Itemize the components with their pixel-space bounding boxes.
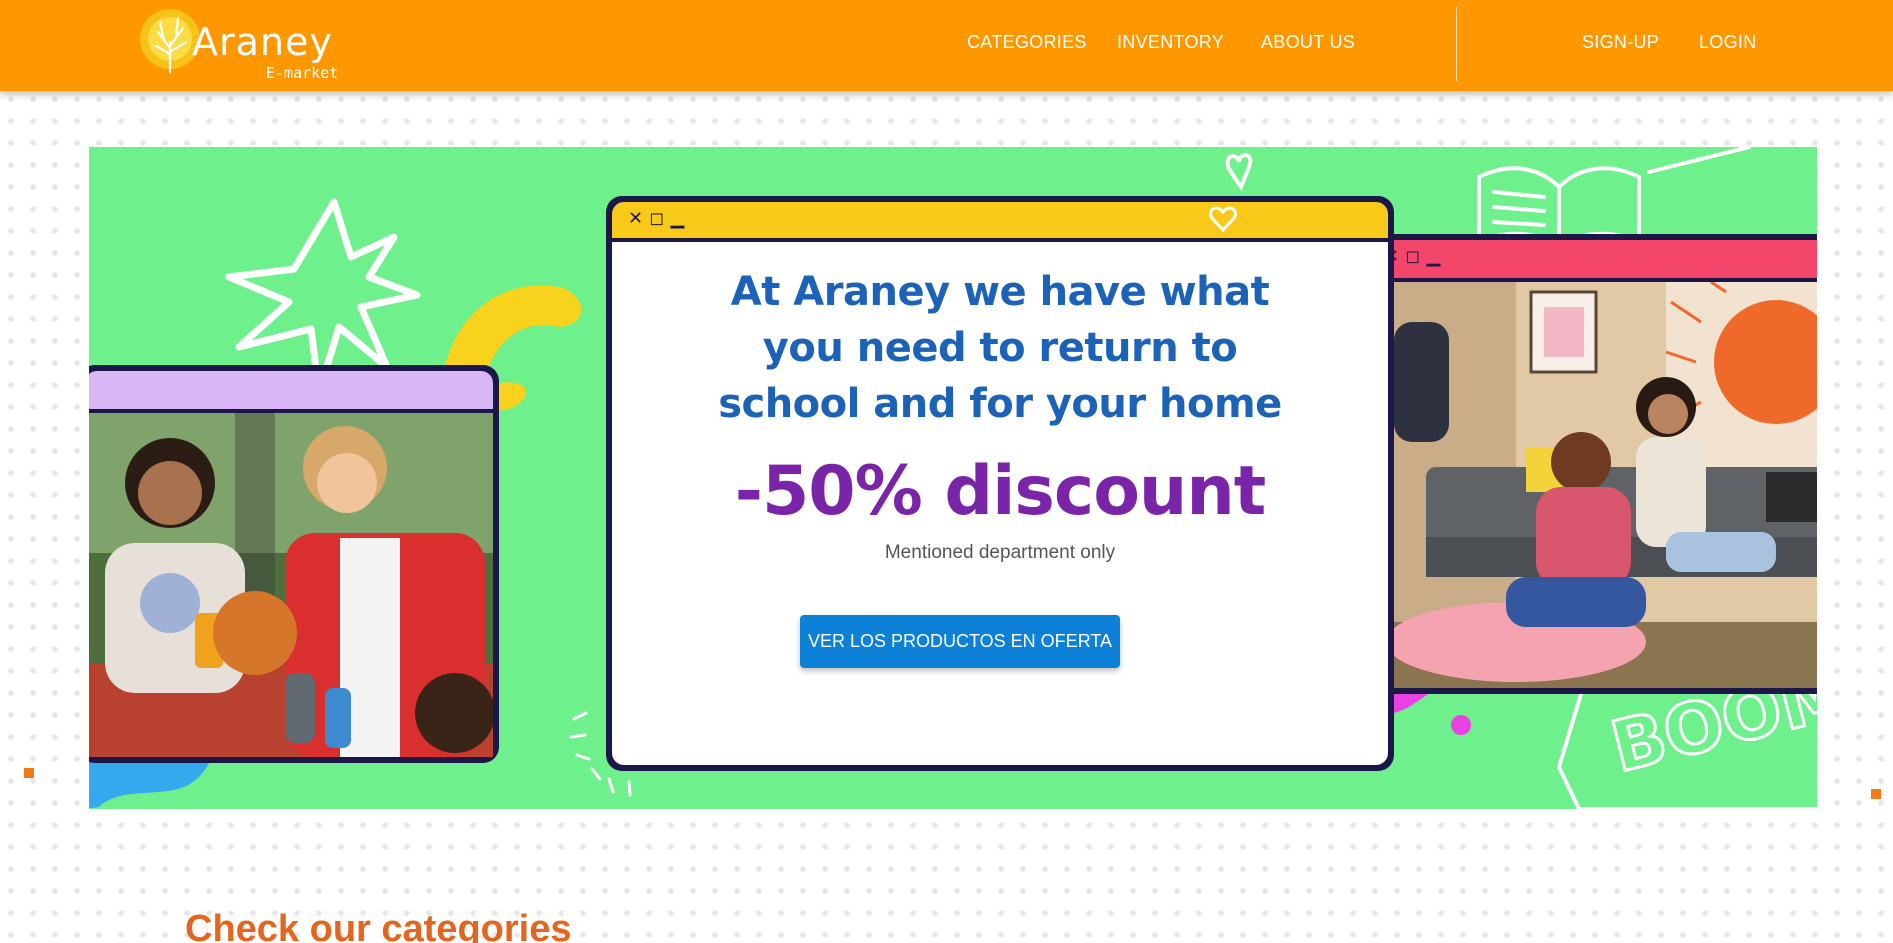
promo-headline: At Araney we have what you need to retur…: [612, 264, 1388, 432]
window-body: [1366, 282, 1817, 688]
nav-categories[interactable]: CATEGORIES: [967, 32, 1087, 53]
promo-card: ✕ ◻ ▁ At Araney we have what you need to…: [606, 196, 1394, 771]
nav-about-us[interactable]: ABOUT US: [1261, 32, 1355, 53]
discount-note: Mentioned department only: [884, 542, 1116, 563]
headline-line: you need to return to: [762, 325, 1238, 371]
categories-heading: Check our categories: [185, 908, 572, 943]
card-titlebar: [612, 202, 1388, 238]
students-photo: [89, 413, 493, 757]
card-body: At Araney we have what you need to retur…: [612, 242, 1388, 765]
nav-divider: [1456, 7, 1457, 81]
window-controls: ✕ ◻ ▁: [628, 208, 685, 229]
book-doodle: [1477, 147, 1751, 250]
view-offers-button[interactable]: VER LOS PRODUCTOS EN OFERTA: [800, 615, 1120, 668]
discount-label: -50% discount: [734, 452, 1266, 531]
brand-name: Araney: [192, 20, 333, 64]
window-body: [89, 413, 493, 757]
carousel-indicator-right[interactable]: [1871, 789, 1881, 799]
headline-line: At Araney we have what: [730, 269, 1270, 315]
nav-sign-up[interactable]: SIGN-UP: [1582, 32, 1659, 53]
brand-subtitle: E-market: [266, 64, 339, 82]
starburst-doodle: [225, 198, 421, 396]
heart-doodle: [1225, 153, 1253, 192]
photo-window-dorm: ✕ ◻ ▁: [1360, 234, 1817, 694]
brand-logo[interactable]: Araney E-market: [138, 4, 363, 86]
site-header: Araney E-market CATEGORIES INVENTORY ABO…: [0, 0, 1893, 91]
window-titlebar: [89, 371, 493, 409]
dorm-photo: [1366, 282, 1817, 688]
magenta-drop-doodle: [1451, 715, 1471, 735]
headline-line: school and for your home: [718, 381, 1282, 427]
nav-login[interactable]: LOGIN: [1699, 32, 1757, 53]
nav-inventory[interactable]: INVENTORY: [1117, 32, 1224, 53]
promo-banner[interactable]: BOOM ✕ ◻ ▁ ✕ ◻ ▁ At Araney we have what …: [89, 147, 1817, 809]
carousel-indicator-left[interactable]: [24, 768, 34, 778]
photo-window-students: [89, 365, 499, 763]
heart-icon: [1209, 206, 1237, 233]
